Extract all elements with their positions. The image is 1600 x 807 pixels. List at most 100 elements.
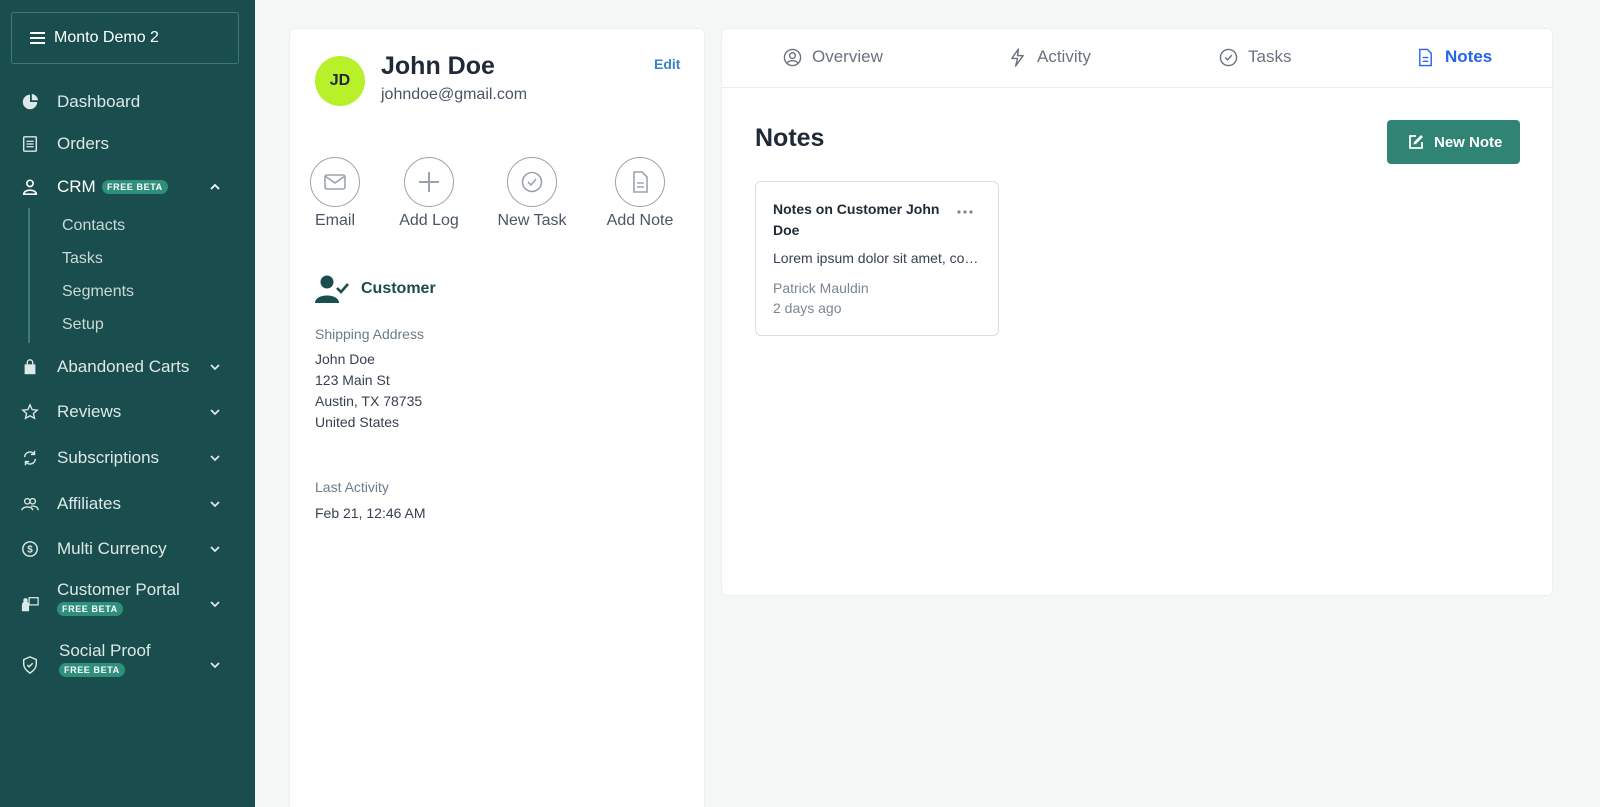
action-label: Add Log xyxy=(399,212,459,229)
chevron-up-icon xyxy=(210,183,220,190)
sidebar: Monto Demo 2 Dashboard Orders CRM FREE B… xyxy=(0,0,255,807)
note-timestamp: 2 days ago xyxy=(773,300,842,316)
sidebar-item-subscriptions[interactable]: Subscriptions xyxy=(0,448,255,468)
beta-badge: FREE BETA xyxy=(57,602,123,616)
chevron-down-icon xyxy=(210,501,220,508)
store-name: Monto Demo 2 xyxy=(54,29,159,46)
sidebar-item-orders[interactable]: Orders xyxy=(0,134,255,154)
sidebar-item-label: Subscriptions xyxy=(57,448,160,467)
sidebar-subitem-setup[interactable]: Setup xyxy=(62,316,104,334)
sidebar-item-label: CRM xyxy=(57,177,96,196)
star-icon xyxy=(20,402,40,422)
note-card[interactable]: Notes on Customer John Doe Lorem ipsum d… xyxy=(755,181,999,336)
note-title: Notes on Customer John Doe xyxy=(773,201,940,238)
tab-tasks[interactable]: Tasks xyxy=(1219,47,1291,67)
sidebar-subitem-segments[interactable]: Segments xyxy=(62,283,134,301)
check-circle-icon xyxy=(1219,48,1238,66)
edit-icon xyxy=(1409,135,1423,149)
tab-label: Overview xyxy=(812,47,883,66)
chevron-down-icon xyxy=(210,455,220,462)
contact-type: Customer xyxy=(361,280,436,297)
last-activity-label: Last Activity xyxy=(315,479,389,495)
contact-name: John Doe xyxy=(381,52,495,80)
shipping-address-line: United States xyxy=(315,414,400,430)
plus-icon xyxy=(419,172,439,192)
note-body: Lorem ipsum dolor sit amet, consectetur … xyxy=(773,250,983,266)
portal-icon xyxy=(20,594,40,614)
last-activity-value: Feb 21, 12:46 AM xyxy=(315,505,426,521)
shield-check-icon xyxy=(20,655,40,675)
user-circle-icon xyxy=(783,48,802,66)
sidebar-item-multi-currency[interactable]: $ Multi Currency xyxy=(0,539,255,559)
sidebar-item-label: Social Proof xyxy=(59,641,151,660)
more-options-icon[interactable] xyxy=(957,210,973,214)
page-title: Notes xyxy=(755,124,825,152)
beta-badge: FREE BETA xyxy=(59,663,125,677)
contact-profile-card: JD John Doe johndoe@gmail.com Edit Email… xyxy=(289,28,705,807)
tab-label: Activity xyxy=(1037,47,1091,66)
store-switcher-button[interactable]: Monto Demo 2 xyxy=(11,12,239,64)
notes-panel: Overview Activity Tasks Notes Notes New … xyxy=(721,28,1554,596)
currency-icon: $ xyxy=(20,539,40,559)
users-icon xyxy=(20,494,40,514)
new-note-button[interactable]: New Note xyxy=(1387,120,1520,164)
add-note-button[interactable]: Add Note xyxy=(595,157,685,230)
edit-button[interactable]: Edit xyxy=(654,56,680,72)
sidebar-item-reviews[interactable]: Reviews xyxy=(0,402,255,422)
action-label: Add Note xyxy=(606,212,674,229)
sidebar-item-crm[interactable]: CRM FREE BETA xyxy=(0,177,255,197)
tab-label: Notes xyxy=(1445,47,1493,66)
sidebar-item-affiliates[interactable]: Affiliates xyxy=(0,494,255,514)
action-label: New Task xyxy=(497,212,567,229)
menu-icon xyxy=(30,32,45,44)
shopping-bag-icon xyxy=(20,357,40,377)
avatar: JD xyxy=(315,56,365,106)
sidebar-item-customer-portal[interactable]: Customer Portal FREE BETA xyxy=(0,580,255,616)
tab-overview[interactable]: Overview xyxy=(783,47,883,67)
user-check-icon xyxy=(315,275,349,303)
shipping-address-label: Shipping Address xyxy=(315,326,424,342)
check-circle-icon xyxy=(521,171,543,193)
pie-chart-icon xyxy=(20,92,40,112)
sidebar-subitem-contacts[interactable]: Contacts xyxy=(62,217,125,235)
sidebar-item-label: Customer Portal xyxy=(57,580,180,599)
shipping-address-line: Austin, TX 78735 xyxy=(315,393,423,409)
refresh-icon xyxy=(20,448,40,468)
sidebar-item-label: Multi Currency xyxy=(57,539,167,558)
tab-activity[interactable]: Activity xyxy=(1008,47,1091,67)
chevron-down-icon xyxy=(210,662,220,669)
receipt-icon xyxy=(20,134,40,154)
chevron-down-icon xyxy=(210,409,220,416)
chevron-down-icon xyxy=(210,546,220,553)
beta-badge: FREE BETA xyxy=(102,180,168,194)
action-label: Email xyxy=(314,212,355,229)
chevron-down-icon xyxy=(210,601,220,608)
mail-icon xyxy=(324,174,346,190)
sidebar-item-social-proof[interactable]: Social Proof FREE BETA xyxy=(0,641,255,677)
new-task-button[interactable]: New Task xyxy=(487,157,577,230)
tab-bar: Overview Activity Tasks Notes xyxy=(722,29,1554,88)
submenu-line xyxy=(28,208,30,343)
tab-label: Tasks xyxy=(1248,47,1292,66)
add-log-button[interactable]: Add Log xyxy=(384,157,474,230)
lightning-icon xyxy=(1011,47,1024,67)
sidebar-item-label: Orders xyxy=(57,134,109,153)
user-icon xyxy=(20,177,40,197)
shipping-address-line: 123 Main St xyxy=(315,372,390,388)
svg-text:$: $ xyxy=(27,545,33,556)
sidebar-item-label: Dashboard xyxy=(57,92,141,111)
sidebar-subitem-tasks[interactable]: Tasks xyxy=(62,250,103,268)
document-icon xyxy=(633,171,648,193)
tab-notes[interactable]: Notes xyxy=(1416,47,1492,67)
document-icon xyxy=(1419,48,1432,66)
contact-email: johndoe@gmail.com xyxy=(381,86,528,103)
sidebar-item-abandoned-carts[interactable]: Abandoned Carts xyxy=(0,357,255,377)
sidebar-item-dashboard[interactable]: Dashboard xyxy=(0,92,255,112)
chevron-down-icon xyxy=(210,364,220,371)
shipping-address-line: John Doe xyxy=(315,351,375,367)
new-note-label: New Note xyxy=(1434,133,1503,151)
email-action-button[interactable]: Email xyxy=(290,157,380,230)
sidebar-item-label: Abandoned Carts xyxy=(57,357,190,376)
sidebar-item-label: Reviews xyxy=(57,402,122,421)
note-author: Patrick Mauldin xyxy=(773,280,869,296)
